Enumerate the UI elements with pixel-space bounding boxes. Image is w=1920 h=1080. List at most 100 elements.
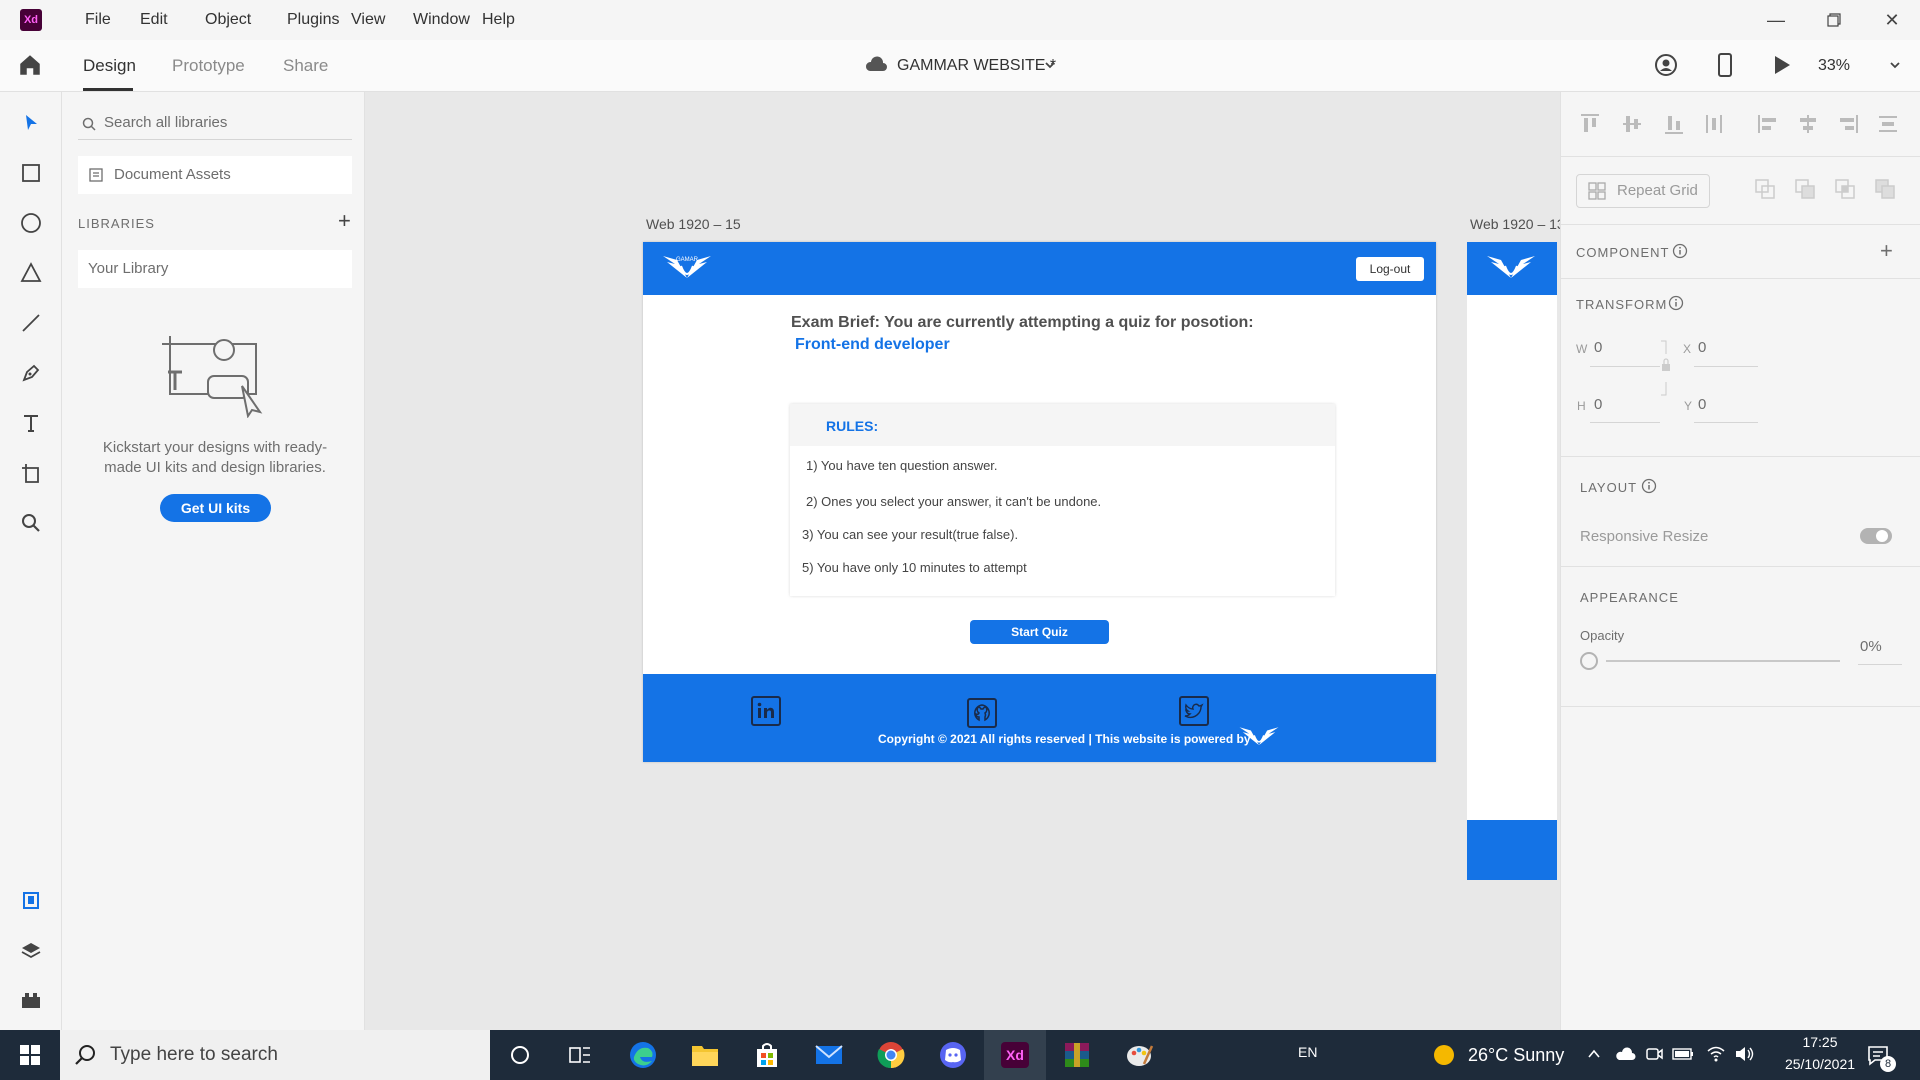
artboard-tool-icon[interactable] [15, 457, 47, 489]
menu-view[interactable]: View [343, 0, 393, 40]
menu-help[interactable]: Help [474, 0, 523, 40]
boolean-add-icon[interactable] [1754, 178, 1776, 205]
align-right-icon[interactable] [1836, 112, 1860, 141]
chrome-icon[interactable] [860, 1030, 922, 1080]
y-input-underline [1694, 422, 1758, 423]
menu-edit[interactable]: Edit [132, 0, 176, 40]
ui-kits-illustration [160, 332, 270, 423]
restore-icon[interactable] [1806, 0, 1862, 40]
menu-window[interactable]: Window [405, 0, 478, 40]
logout-button[interactable]: Log-out [1356, 257, 1424, 281]
opacity-slider-handle[interactable] [1580, 652, 1598, 670]
opacity-slider[interactable] [1606, 660, 1840, 662]
clock-time[interactable]: 17:25 [1790, 1034, 1850, 1050]
onedrive-icon[interactable] [1614, 1045, 1636, 1068]
file-explorer-icon[interactable] [674, 1030, 736, 1080]
home-icon[interactable] [17, 52, 43, 83]
line-tool-icon[interactable] [15, 307, 47, 339]
chevron-up-icon[interactable] [1586, 1046, 1602, 1067]
add-library-icon[interactable]: + [338, 208, 351, 234]
cortana-icon[interactable] [489, 1030, 551, 1080]
info-icon[interactable] [1668, 295, 1684, 316]
language-indicator[interactable]: EN [1298, 1044, 1317, 1060]
ellipse-tool-icon[interactable] [15, 207, 47, 239]
tab-prototype[interactable]: Prototype [172, 40, 245, 92]
task-view-icon[interactable] [549, 1030, 611, 1080]
github-icon[interactable] [967, 698, 997, 728]
layers-panel-icon[interactable] [15, 934, 47, 966]
weather-text[interactable]: 26°C Sunny [1468, 1045, 1564, 1066]
twitter-icon[interactable] [1179, 696, 1209, 726]
zoom-chevron-icon[interactable] [1888, 58, 1902, 77]
clock-date[interactable]: 25/10/2021 [1768, 1056, 1872, 1072]
paint-icon[interactable] [1108, 1030, 1170, 1080]
divider [1560, 156, 1920, 157]
align-middle-icon[interactable] [1620, 112, 1644, 141]
x-input[interactable]: 0 [1698, 339, 1706, 356]
taskbar-search-input[interactable]: Type here to search [60, 1030, 490, 1080]
boolean-exclude-icon[interactable] [1874, 178, 1896, 205]
windows-start-icon[interactable] [0, 1030, 60, 1080]
artboard-web-1920-15[interactable]: GAMAR Log-out Exam Brief: You are curren… [643, 242, 1436, 762]
volume-icon[interactable] [1734, 1045, 1756, 1068]
get-ui-kits-button[interactable]: Get UI kits [160, 494, 271, 522]
chevron-down-icon[interactable] [1043, 58, 1057, 77]
start-quiz-button[interactable]: Start Quiz [970, 620, 1109, 644]
library-search-input[interactable]: Search all libraries [78, 106, 352, 140]
menu-object[interactable]: Object [197, 0, 259, 40]
zoom-level[interactable]: 33% [1818, 40, 1850, 92]
rectangle-tool-icon[interactable] [15, 157, 47, 189]
menu-plugins[interactable]: Plugins [279, 0, 347, 40]
align-left-icon[interactable] [1756, 112, 1780, 141]
device-preview-icon[interactable] [1714, 52, 1736, 83]
microsoft-store-icon[interactable] [736, 1030, 798, 1080]
your-library-item[interactable]: Your Library [78, 250, 352, 288]
select-tool-icon[interactable] [15, 107, 47, 139]
mail-icon[interactable] [798, 1030, 860, 1080]
artboard-label[interactable]: Web 1920 – 13 [1470, 216, 1560, 232]
play-preview-icon[interactable] [1772, 54, 1792, 81]
plugins-panel-icon[interactable] [15, 984, 47, 1016]
align-center-icon[interactable] [1796, 112, 1820, 141]
info-icon[interactable] [1672, 243, 1688, 264]
meet-now-icon[interactable] [1644, 1045, 1664, 1068]
align-top-icon[interactable] [1578, 112, 1602, 141]
battery-icon[interactable] [1672, 1046, 1694, 1067]
boolean-intersect-icon[interactable] [1834, 178, 1856, 205]
tab-share[interactable]: Share [283, 40, 328, 92]
libraries-panel-icon[interactable] [15, 884, 47, 916]
wifi-icon[interactable] [1706, 1045, 1726, 1068]
opacity-value[interactable]: 0% [1860, 638, 1882, 655]
menu-file[interactable]: File [77, 0, 119, 40]
align-bottom-icon[interactable] [1662, 112, 1686, 141]
close-icon[interactable]: ✕ [1864, 0, 1920, 40]
add-component-icon[interactable]: + [1880, 238, 1893, 264]
winrar-icon[interactable] [1046, 1030, 1108, 1080]
height-input-underline [1590, 422, 1660, 423]
boolean-subtract-icon[interactable] [1794, 178, 1816, 205]
minimize-icon[interactable]: — [1748, 0, 1804, 40]
invite-user-icon[interactable] [1654, 53, 1678, 82]
x-input-underline [1694, 366, 1758, 367]
artboard-label[interactable]: Web 1920 – 15 [646, 216, 741, 232]
text-tool-icon[interactable] [15, 407, 47, 439]
document-title[interactable]: GAMMAR WEBSITE * [897, 40, 1056, 92]
height-input[interactable]: 0 [1594, 396, 1602, 413]
adobe-xd-taskbar-icon[interactable]: Xd [984, 1030, 1046, 1080]
tab-design[interactable]: Design [83, 40, 136, 92]
width-input[interactable]: 0 [1594, 339, 1602, 356]
distribute-horizontal-icon[interactable] [1702, 112, 1726, 141]
pen-tool-icon[interactable] [15, 357, 47, 389]
info-icon[interactable] [1641, 478, 1657, 499]
polygon-tool-icon[interactable] [15, 257, 47, 289]
zoom-tool-icon[interactable] [15, 507, 47, 539]
y-input[interactable]: 0 [1698, 396, 1706, 413]
discord-icon[interactable] [922, 1030, 984, 1080]
linkedin-icon[interactable] [751, 696, 781, 726]
artboard-web-1920-13[interactable] [1467, 242, 1557, 880]
edge-browser-icon[interactable] [612, 1030, 674, 1080]
document-assets-item[interactable]: Document Assets [78, 156, 352, 194]
weather-sun-icon[interactable] [1432, 1043, 1456, 1072]
distribute-vertical-icon[interactable] [1876, 112, 1900, 141]
lock-aspect-icon[interactable] [1659, 340, 1673, 401]
